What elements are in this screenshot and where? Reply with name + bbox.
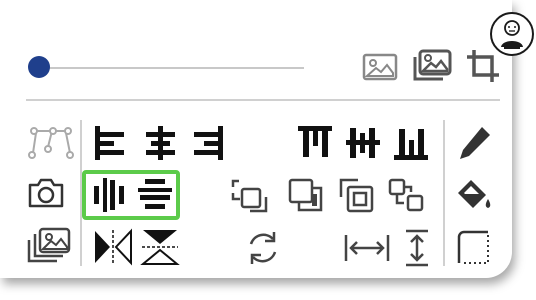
align-left-icon[interactable] xyxy=(94,125,130,161)
distribute-horizontal-icon[interactable] xyxy=(93,177,125,213)
image-outline-icon[interactable] xyxy=(362,52,398,82)
image-gallery-icon[interactable] xyxy=(25,226,73,264)
camera-icon[interactable] xyxy=(27,177,65,209)
bezier-nodes-icon[interactable] xyxy=(28,125,74,161)
align-right-icon[interactable] xyxy=(190,125,226,161)
align-bottom-icon[interactable] xyxy=(393,125,429,161)
image-stack-icon[interactable] xyxy=(411,48,453,84)
avatar[interactable] xyxy=(490,12,534,56)
divider xyxy=(26,99,500,101)
distribute-vertical-icon[interactable] xyxy=(137,178,173,210)
flip-horizontal-icon[interactable] xyxy=(93,228,133,266)
align-center-icon[interactable] xyxy=(143,125,179,161)
flip-vertical-icon[interactable] xyxy=(140,228,180,266)
height-icon[interactable] xyxy=(403,228,431,268)
separator xyxy=(443,120,445,266)
width-icon[interactable] xyxy=(343,230,391,266)
toolbar-panel xyxy=(0,0,512,278)
align-top-icon[interactable] xyxy=(297,125,333,161)
align-middle-icon[interactable] xyxy=(345,125,381,161)
bring-forward-icon[interactable] xyxy=(230,177,270,215)
send-to-back-icon[interactable] xyxy=(387,177,427,215)
pencil-icon[interactable] xyxy=(457,124,493,162)
paint-bucket-icon[interactable] xyxy=(455,175,493,213)
zoom-slider-track[interactable] xyxy=(38,67,304,69)
rotate-icon[interactable] xyxy=(245,230,281,266)
dotted-corner-icon[interactable] xyxy=(456,229,492,265)
bring-to-front-icon[interactable] xyxy=(338,177,378,215)
send-backward-icon[interactable] xyxy=(287,177,327,215)
zoom-slider-knob[interactable] xyxy=(28,56,50,78)
